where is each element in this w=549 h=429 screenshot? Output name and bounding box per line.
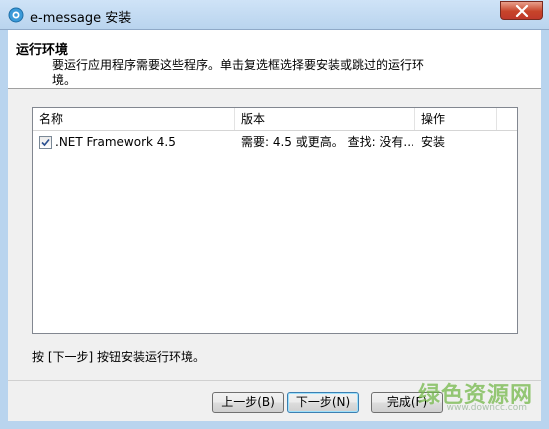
window-frame-left [0, 30, 8, 429]
column-header-version[interactable]: 版本 [235, 108, 415, 130]
row-checkbox[interactable] [39, 136, 52, 149]
checkmark-icon [41, 138, 50, 147]
row-action: 安装 [421, 135, 446, 149]
row-name: .NET Framework 4.5 [55, 135, 176, 149]
back-button[interactable]: 上一步(B) [212, 392, 284, 413]
page-subtitle: 要运行应用程序需要这些程序。单击复选框选择要安装或跳过的运行环境。 [52, 58, 425, 87]
title-bar[interactable]: e-message 安装 [0, 0, 549, 30]
page-title: 运行环境 [16, 43, 69, 58]
window-frame-bottom [0, 421, 549, 429]
header-panel: 运行环境 要运行应用程序需要这些程序。单击复选框选择要安装或跳过的运行环境。 [8, 30, 541, 89]
window-frame-right [541, 30, 549, 429]
list-header: 名称 版本 操作 [33, 108, 517, 131]
close-button[interactable] [500, 1, 543, 20]
window-title: e-message 安装 [30, 11, 132, 26]
close-icon [515, 5, 529, 17]
column-header-action[interactable]: 操作 [415, 108, 497, 130]
app-icon [8, 7, 24, 23]
next-button[interactable]: 下一步(N) [287, 392, 359, 413]
table-row[interactable]: .NET Framework 4.5 需要: 4.5 或更高。 查找: 没有..… [33, 131, 517, 153]
prerequisites-list[interactable]: 名称 版本 操作 .NET Framework 4.5 需要: 4.5 或更高。… [32, 107, 518, 334]
row-version: 需要: 4.5 或更高。 查找: 没有... [241, 135, 413, 149]
column-header-name[interactable]: 名称 [33, 108, 235, 130]
watermark-url: www.downcc.com [446, 403, 527, 413]
instruction-text: 按 [下一步] 按钮安装运行环境。 [32, 350, 205, 364]
